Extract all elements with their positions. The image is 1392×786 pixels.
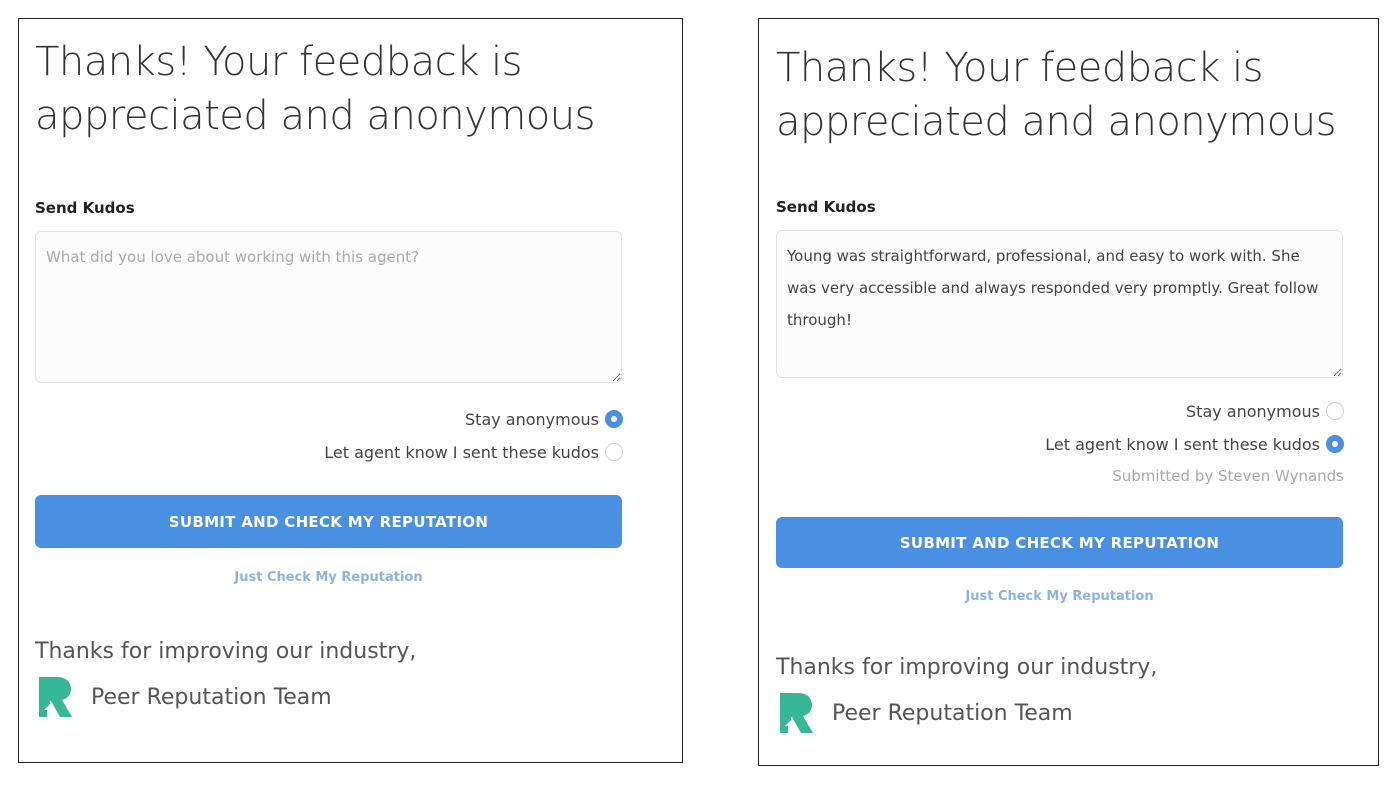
thanks-message: Thanks for improving our industry, [35,639,417,664]
send-kudos-label: Send Kudos [35,199,135,217]
radio-unselected-icon[interactable] [1326,402,1344,420]
page-heading: Thanks! Your feedback is appreciated and… [776,41,1336,149]
let-agent-know-option[interactable]: Let agent know I sent these kudos [324,440,623,464]
heading-line-2: appreciated and anonymous [776,99,1336,145]
send-kudos-label: Send Kudos [776,198,876,216]
submit-and-check-button[interactable]: SUBMIT AND CHECK MY REPUTATION [776,517,1343,568]
peer-reputation-r-logo-icon [780,693,813,733]
heading-line-1: Thanks! Your feedback is [776,45,1263,91]
kudos-textarea[interactable] [35,231,622,383]
heading-line-2: appreciated and anonymous [35,93,595,139]
stay-anonymous-label: Stay anonymous [465,409,599,429]
feedback-panel-right: Thanks! Your feedback is appreciated and… [758,18,1379,766]
stay-anonymous-option[interactable]: Stay anonymous [1186,399,1344,423]
let-agent-know-label: Let agent know I sent these kudos [1045,434,1320,454]
team-name: Peer Reputation Team [832,700,1073,726]
radio-selected-icon[interactable] [605,410,623,428]
team-name: Peer Reputation Team [91,684,332,710]
feedback-panel-left: Thanks! Your feedback is appreciated and… [18,18,683,763]
radio-unselected-icon[interactable] [605,443,623,461]
team-signature: Peer Reputation Team [37,677,332,717]
stay-anonymous-option[interactable]: Stay anonymous [465,407,623,431]
kudos-textarea[interactable]: Young was straightforward, professional,… [776,230,1343,378]
let-agent-know-option[interactable]: Let agent know I sent these kudos [1045,432,1344,456]
radio-selected-icon[interactable] [1326,435,1344,453]
let-agent-know-label: Let agent know I sent these kudos [324,442,599,462]
just-check-reputation-link[interactable]: Just Check My Reputation [776,589,1343,604]
heading-line-1: Thanks! Your feedback is [35,39,522,85]
stay-anonymous-label: Stay anonymous [1186,401,1320,421]
page-heading: Thanks! Your feedback is appreciated and… [35,35,595,143]
submit-and-check-button[interactable]: SUBMIT AND CHECK MY REPUTATION [35,495,622,548]
just-check-reputation-link[interactable]: Just Check My Reputation [35,570,622,585]
thanks-message: Thanks for improving our industry, [776,655,1158,680]
team-signature: Peer Reputation Team [778,693,1073,733]
peer-reputation-r-logo-icon [39,677,72,717]
submitted-by-text: Submitted by Steven Wynands [1112,467,1344,485]
